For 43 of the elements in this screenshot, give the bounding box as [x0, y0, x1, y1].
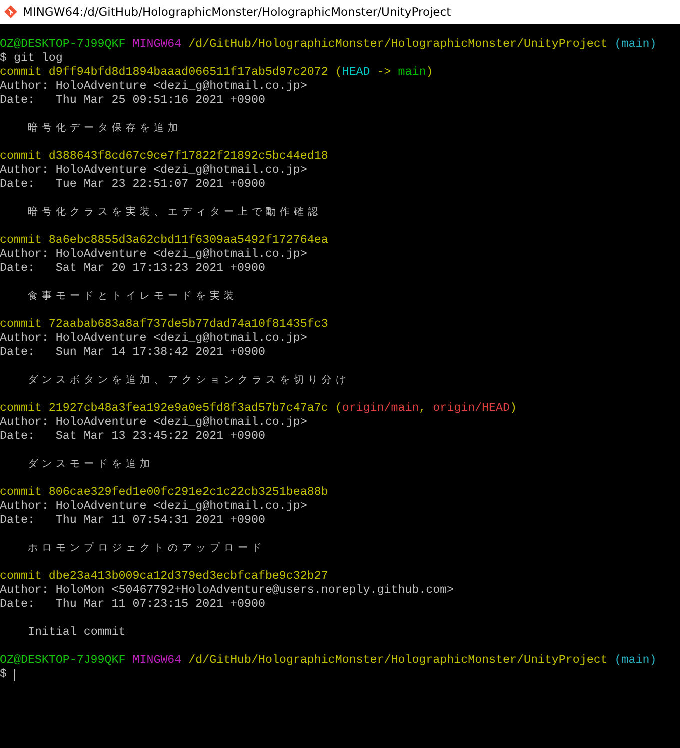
- commit-date: Date: Thu Mar 25 09:51:16 2021 +0900: [0, 94, 266, 108]
- commit-author: Author: HoloAdventure <dezi_g@hotmail.co.jp>: [0, 164, 308, 178]
- window-title: MINGW64:/d/GitHub/HolographicMonster/HolographicMonster/UnityProject: [23, 5, 452, 19]
- commit-message: 食事モードとトイレモードを実装: [27, 290, 238, 304]
- commit-date: Date: Thu Mar 11 07:23:15 2021 +0900: [0, 598, 266, 612]
- commit-hash: commit 806cae329fed1e00fc291e2c1c22cb3251bea88b: [0, 486, 328, 500]
- commit-hash: commit d9ff94bfd8d1894baaad066511f17ab5d97c2072: [0, 66, 328, 80]
- commit-hash: commit 21927cb48a3fea192e9a0e5fd8f3ad57b7c47a7c: [0, 402, 328, 416]
- commit-author: Author: HoloMon <50467792+HoloAdventure@users.noreply.github.com>: [0, 584, 454, 598]
- commit-date: Date: Tue Mar 23 22:51:07 2021 +0900: [0, 178, 266, 192]
- commit-author: Author: HoloAdventure <dezi_g@hotmail.co.jp>: [0, 500, 308, 514]
- commit-date: Date: Sat Mar 20 17:13:23 2021 +0900: [0, 262, 266, 276]
- commit-date: Date: Sun Mar 14 17:38:42 2021 +0900: [0, 346, 266, 360]
- commit-hash: commit d388643f8cd67c9ce7f17822f21892c5bc44ed18: [0, 150, 328, 164]
- prompt-path: /d/GitHub/HolographicMonster/HolographicMonster/UnityProject: [188, 654, 608, 668]
- commit-message: ダンスモードを追加: [27, 458, 154, 472]
- commit-hash: commit dbe23a413b009ca12d379ed3ecbfcafbe9c32b27: [0, 570, 328, 584]
- prompt-symbol: $: [0, 668, 7, 682]
- commit-author: Author: HoloAdventure <dezi_g@hotmail.co.jp>: [0, 80, 308, 94]
- prompt-system: MINGW64: [132, 38, 182, 52]
- commit-author: Author: HoloAdventure <dezi_g@hotmail.co.jp>: [0, 416, 308, 430]
- commit-message: ダンスボタンを追加、アクションクラスを切り分け: [27, 374, 350, 388]
- prompt-path: /d/GitHub/HolographicMonster/HolographicMonster/UnityProject: [188, 38, 608, 52]
- commit-hash: commit 8a6ebc8855d3a62cbd11f6309aa5492f172764ea: [0, 234, 328, 248]
- prompt-branch: (main): [614, 654, 657, 668]
- command-text: git log: [14, 52, 63, 66]
- prompt-symbol: $: [0, 52, 7, 66]
- prompt-user-host: OZ@DESKTOP-7J99QKF: [0, 38, 126, 52]
- text-cursor: [14, 669, 15, 681]
- prompt-branch: (main): [614, 38, 657, 52]
- commit-author: Author: HoloAdventure <dezi_g@hotmail.co.jp>: [0, 248, 308, 262]
- prompt-system: MINGW64: [132, 654, 182, 668]
- commit-hash: commit 72aabab683a8af737de5b77dad74a10f81435fc3: [0, 318, 328, 332]
- ref-decoration: (origin/main, origin/HEAD): [335, 402, 517, 416]
- prompt-user-host: OZ@DESKTOP-7J99QKF: [0, 654, 126, 668]
- commit-message: 暗号化データ保存を追加: [27, 122, 182, 136]
- commit-author: Author: HoloAdventure <dezi_g@hotmail.co.jp>: [0, 332, 308, 346]
- commit-message: ホロモンプロジェクトのアップロード: [27, 542, 266, 556]
- commit-message: 暗号化クラスを実装、エディター上で動作確認: [27, 206, 322, 220]
- ref-decoration: (HEAD -> main): [335, 66, 434, 80]
- commit-message: Initial commit: [27, 626, 126, 640]
- commit-date: Date: Thu Mar 11 07:54:31 2021 +0900: [0, 514, 266, 528]
- commit-date: Date: Sat Mar 13 23:45:22 2021 +0900: [0, 430, 266, 444]
